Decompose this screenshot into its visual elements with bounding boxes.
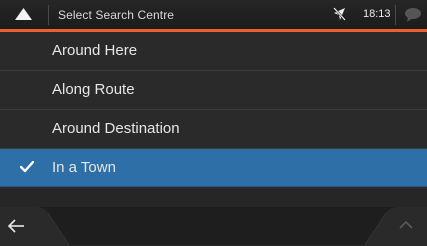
clock-time: 18:13: [363, 8, 391, 20]
menu-item-label: In a Town: [52, 159, 116, 176]
checkmark-icon: [20, 161, 34, 173]
menu-item-around-destination[interactable]: Around Destination: [0, 110, 427, 149]
search-centre-list: Around Here Along Route Around Destinati…: [0, 32, 427, 187]
menu-item-in-a-town[interactable]: In a Town: [0, 149, 427, 187]
header-divider: [395, 5, 396, 25]
menu-item-label: Around Here: [52, 42, 138, 59]
list-empty-area: [0, 189, 427, 207]
menu-item-label: Around Destination: [52, 120, 180, 137]
gps-off-icon: [333, 7, 346, 21]
triangle-up-icon: [15, 8, 32, 20]
bottom-bar: [0, 207, 427, 246]
menu-item-label: Along Route: [52, 81, 135, 98]
header-divider: [48, 5, 49, 25]
speech-bubble-icon[interactable]: [404, 7, 422, 22]
page-title: Select Search Centre: [58, 8, 175, 22]
menu-item-along-route[interactable]: Along Route: [0, 71, 427, 110]
menu-item-around-here[interactable]: Around Here: [0, 32, 427, 71]
scroll-up-button[interactable]: [367, 207, 427, 246]
header-bar: Select Search Centre 18:13: [0, 0, 427, 32]
back-button[interactable]: [0, 207, 70, 246]
chevron-up-icon: [399, 221, 413, 229]
search-centre-screen: Select Search Centre 18:13 Around Here A…: [0, 0, 427, 246]
arrow-left-icon: [7, 219, 24, 233]
up-button[interactable]: [0, 0, 48, 29]
